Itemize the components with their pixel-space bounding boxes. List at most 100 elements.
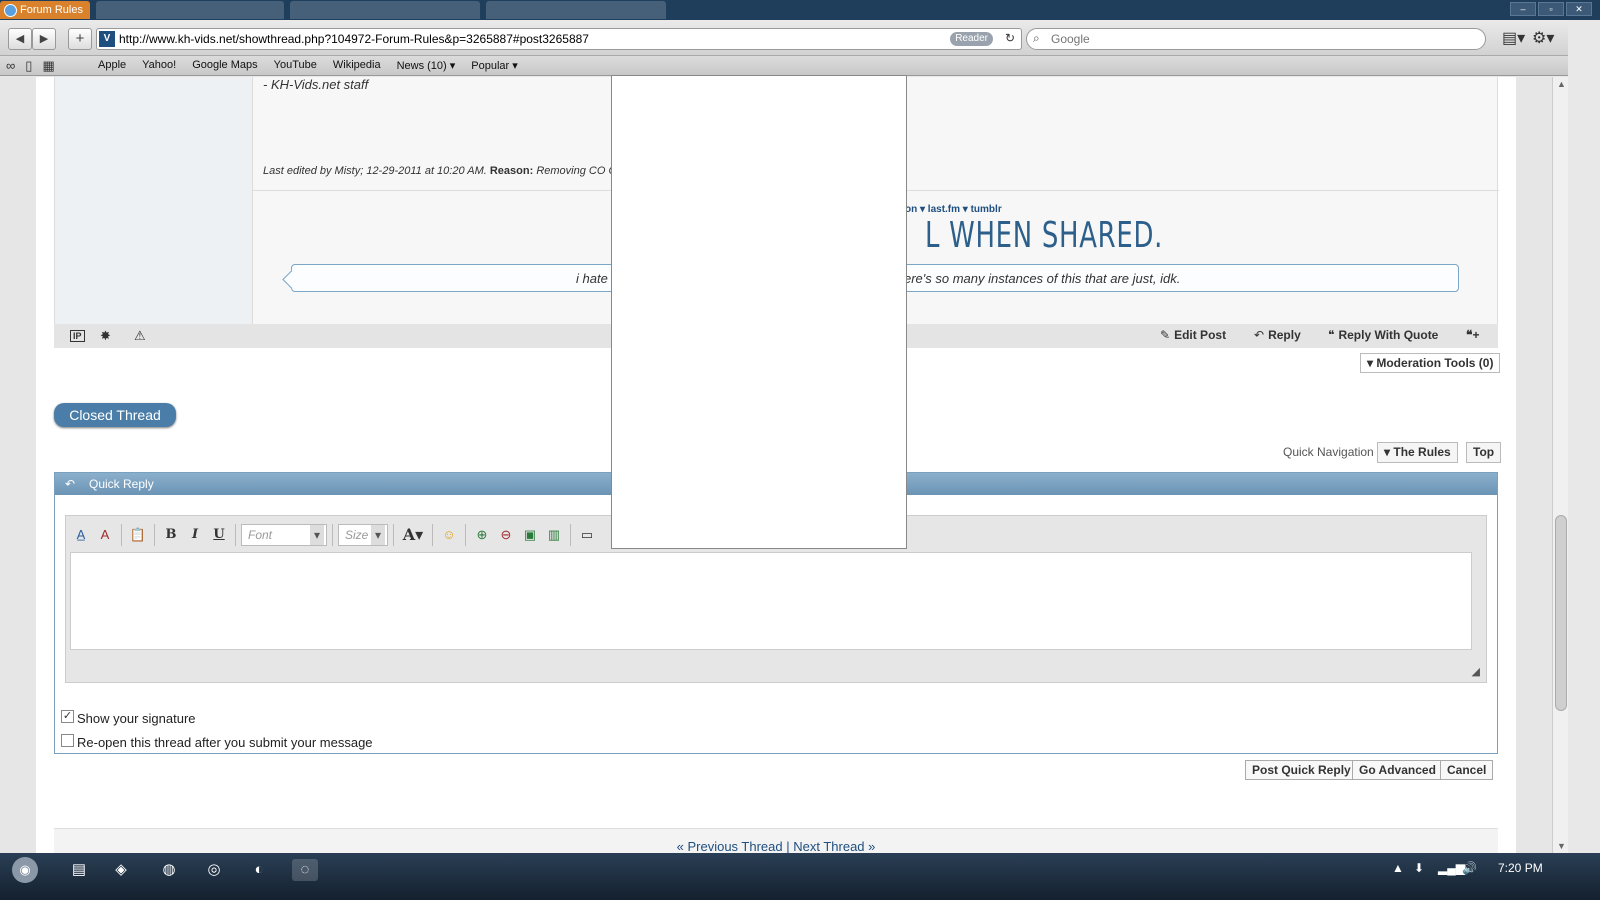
bookmarks-book-icon[interactable]: ▯ (25, 58, 32, 74)
add-bookmark-button[interactable]: + (68, 28, 92, 50)
reading-list-icon[interactable]: ∞ (6, 58, 15, 74)
safari-icon[interactable]: ◌ (292, 859, 318, 881)
thread-nav-separator: | (782, 839, 794, 853)
volume-icon[interactable]: 🔊 (1462, 861, 1477, 875)
closed-thread-badge: Closed Thread (54, 403, 176, 427)
resize-handle-icon[interactable]: ◢ (1472, 665, 1480, 678)
bookmark-yahoo[interactable]: Yahoo! (142, 59, 176, 72)
signature-banner-text: L WHEN SHARED. (925, 215, 1164, 256)
reason-label: Reason: (489, 165, 534, 177)
window-controls: – ▫ ✕ (1510, 2, 1592, 16)
tab-background-1[interactable] (96, 1, 284, 19)
multi-quote-icon[interactable]: ❝+ (1466, 328, 1479, 342)
remove-format-icon[interactable]: A̲ (70, 524, 92, 546)
minimize-button[interactable]: – (1510, 2, 1536, 16)
window-right-margin (1568, 20, 1600, 853)
chat-app-icon[interactable]: ◎ (201, 859, 227, 881)
remove-link-icon[interactable]: ⊖ (495, 524, 517, 546)
go-advanced-button[interactable]: Go Advanced (1352, 760, 1443, 780)
underline-button[interactable]: U (208, 524, 230, 546)
edit-post-button[interactable]: ✎ Edit Post (1160, 328, 1226, 342)
smiley-icon[interactable]: ☺ (438, 524, 460, 546)
gear-icon[interactable]: ⚙▾ (1532, 28, 1554, 48)
bookmark-google-maps[interactable]: Google Maps (192, 59, 257, 72)
search-icon: ⌕ (1033, 31, 1040, 45)
reopen-thread-checkbox[interactable] (61, 734, 74, 747)
quick-reply-title: Quick Reply (89, 477, 154, 491)
download-tray-icon[interactable]: ⬇ (1414, 861, 1424, 875)
tab-background-3[interactable] (486, 1, 666, 19)
paste-icon[interactable]: 📋 (127, 524, 149, 546)
start-button[interactable]: ◉ (12, 857, 38, 883)
infraction-icon[interactable]: ✸ (100, 328, 111, 344)
firefox-icon[interactable]: ◍ (156, 859, 182, 881)
show-hidden-icons-arrow[interactable]: ▲ (1392, 861, 1404, 875)
thread-navigation: « Previous Thread | Next Thread » (54, 828, 1498, 853)
show-signature-checkbox[interactable]: ✓ (61, 710, 74, 723)
forward-button[interactable]: ▶ (32, 28, 56, 50)
quick-nav-top-button[interactable]: Top (1466, 442, 1502, 463)
bold-button[interactable]: B (160, 524, 182, 546)
post-author-column (55, 77, 253, 325)
reader-button[interactable]: Reader (950, 32, 993, 46)
url-text[interactable]: http://www.kh-vids.net/showthread.php?10… (119, 32, 589, 46)
bookmark-popular-folder[interactable]: Popular ▾ (471, 59, 518, 72)
network-signal-icon[interactable]: ▂▄▆ (1438, 861, 1465, 875)
search-box[interactable]: ⌕ (1026, 28, 1486, 50)
file-explorer-icon[interactable]: ▤ (66, 859, 92, 881)
quote-icon: ❝ (1328, 328, 1335, 342)
reason-text: Removing CO Ca (536, 165, 623, 177)
reply-arrow-icon: ↶ (65, 477, 76, 491)
close-window-button[interactable]: ✕ (1566, 2, 1592, 16)
page-menu-icon[interactable]: ▤▾ (1502, 28, 1525, 48)
size-select[interactable]: Size (338, 524, 388, 546)
taskbar-clock[interactable]: 7:20 PM (1498, 861, 1543, 875)
scrollbar-thumb[interactable] (1555, 515, 1567, 711)
italic-button[interactable]: I (184, 524, 206, 546)
maximize-button[interactable]: ▫ (1538, 2, 1564, 16)
insert-link-icon[interactable]: ⊕ (471, 524, 493, 546)
reply-button[interactable]: ↶ Reply (1254, 328, 1301, 342)
signature-links[interactable]: on ▾ last.fm ▾ tumblr (905, 204, 1002, 215)
window-titlebar: Forum Rules – ▫ ✕ (0, 0, 1600, 20)
bookmark-apple[interactable]: Apple (98, 59, 126, 72)
quick-nav-rules-button[interactable]: ▾ The Rules (1377, 442, 1458, 463)
font-select[interactable]: Font (241, 524, 327, 546)
top-sites-grid-icon[interactable]: ▦ (42, 58, 54, 74)
scroll-down-arrow-icon[interactable]: ▼ (1557, 841, 1566, 851)
bookmark-youtube[interactable]: YouTube (274, 59, 317, 72)
media-app-icon[interactable]: ◈ (108, 859, 134, 881)
tab-background-2[interactable] (290, 1, 480, 19)
previous-thread-link[interactable]: « Previous Thread (677, 839, 783, 853)
bookmark-news-folder[interactable]: News (10) ▾ (397, 59, 456, 72)
ip-icon[interactable]: IP (70, 330, 85, 342)
switch-editor-mode-icon[interactable]: A (94, 524, 116, 546)
quote-text-right: ere's so many instances of this that are… (904, 271, 1181, 286)
browser-toolbar: ◀ ▶ + V http://www.kh-vids.net/showthrea… (0, 20, 1600, 56)
moderation-tools-button[interactable]: ▾ Moderation Tools (0) (1360, 353, 1501, 373)
reply-with-quote-button[interactable]: ❝ Reply With Quote (1328, 328, 1438, 342)
staff-signature-text: - KH-Vids.net staff (263, 77, 369, 92)
photo-app-icon[interactable]: ◐ (246, 859, 272, 881)
message-textarea[interactable] (70, 552, 1472, 650)
text-color-button[interactable]: A▾ (399, 524, 427, 546)
insert-video-icon[interactable]: ▥ (543, 524, 565, 546)
quick-navigation-label: Quick Navigation (1283, 445, 1374, 459)
pencil-icon: ✎ (1160, 328, 1171, 342)
reload-icon[interactable]: ↻ (1005, 31, 1015, 45)
insert-quote-icon[interactable]: ▭ (576, 524, 598, 546)
scroll-up-arrow-icon[interactable]: ▲ (1557, 79, 1566, 89)
cancel-button[interactable]: Cancel (1440, 760, 1494, 780)
tab-forum-rules[interactable]: Forum Rules (0, 1, 90, 19)
report-warning-icon[interactable]: ⚠ (134, 328, 146, 344)
address-bar[interactable]: V http://www.kh-vids.net/showthread.php?… (96, 28, 1022, 50)
show-signature-label: Show your signature (77, 711, 196, 726)
search-input[interactable] (1051, 31, 1471, 47)
page-scrollbar[interactable]: ▲ ▼ (1552, 77, 1568, 853)
next-thread-link[interactable]: Next Thread » (793, 839, 875, 853)
post-quick-reply-button[interactable]: Post Quick Reply (1245, 760, 1358, 780)
bookmark-wikipedia[interactable]: Wikipedia (333, 59, 381, 72)
back-button[interactable]: ◀ (8, 28, 32, 50)
insert-image-icon[interactable]: ▣ (519, 524, 541, 546)
reopen-thread-label: Re-open this thread after you submit you… (77, 735, 373, 750)
